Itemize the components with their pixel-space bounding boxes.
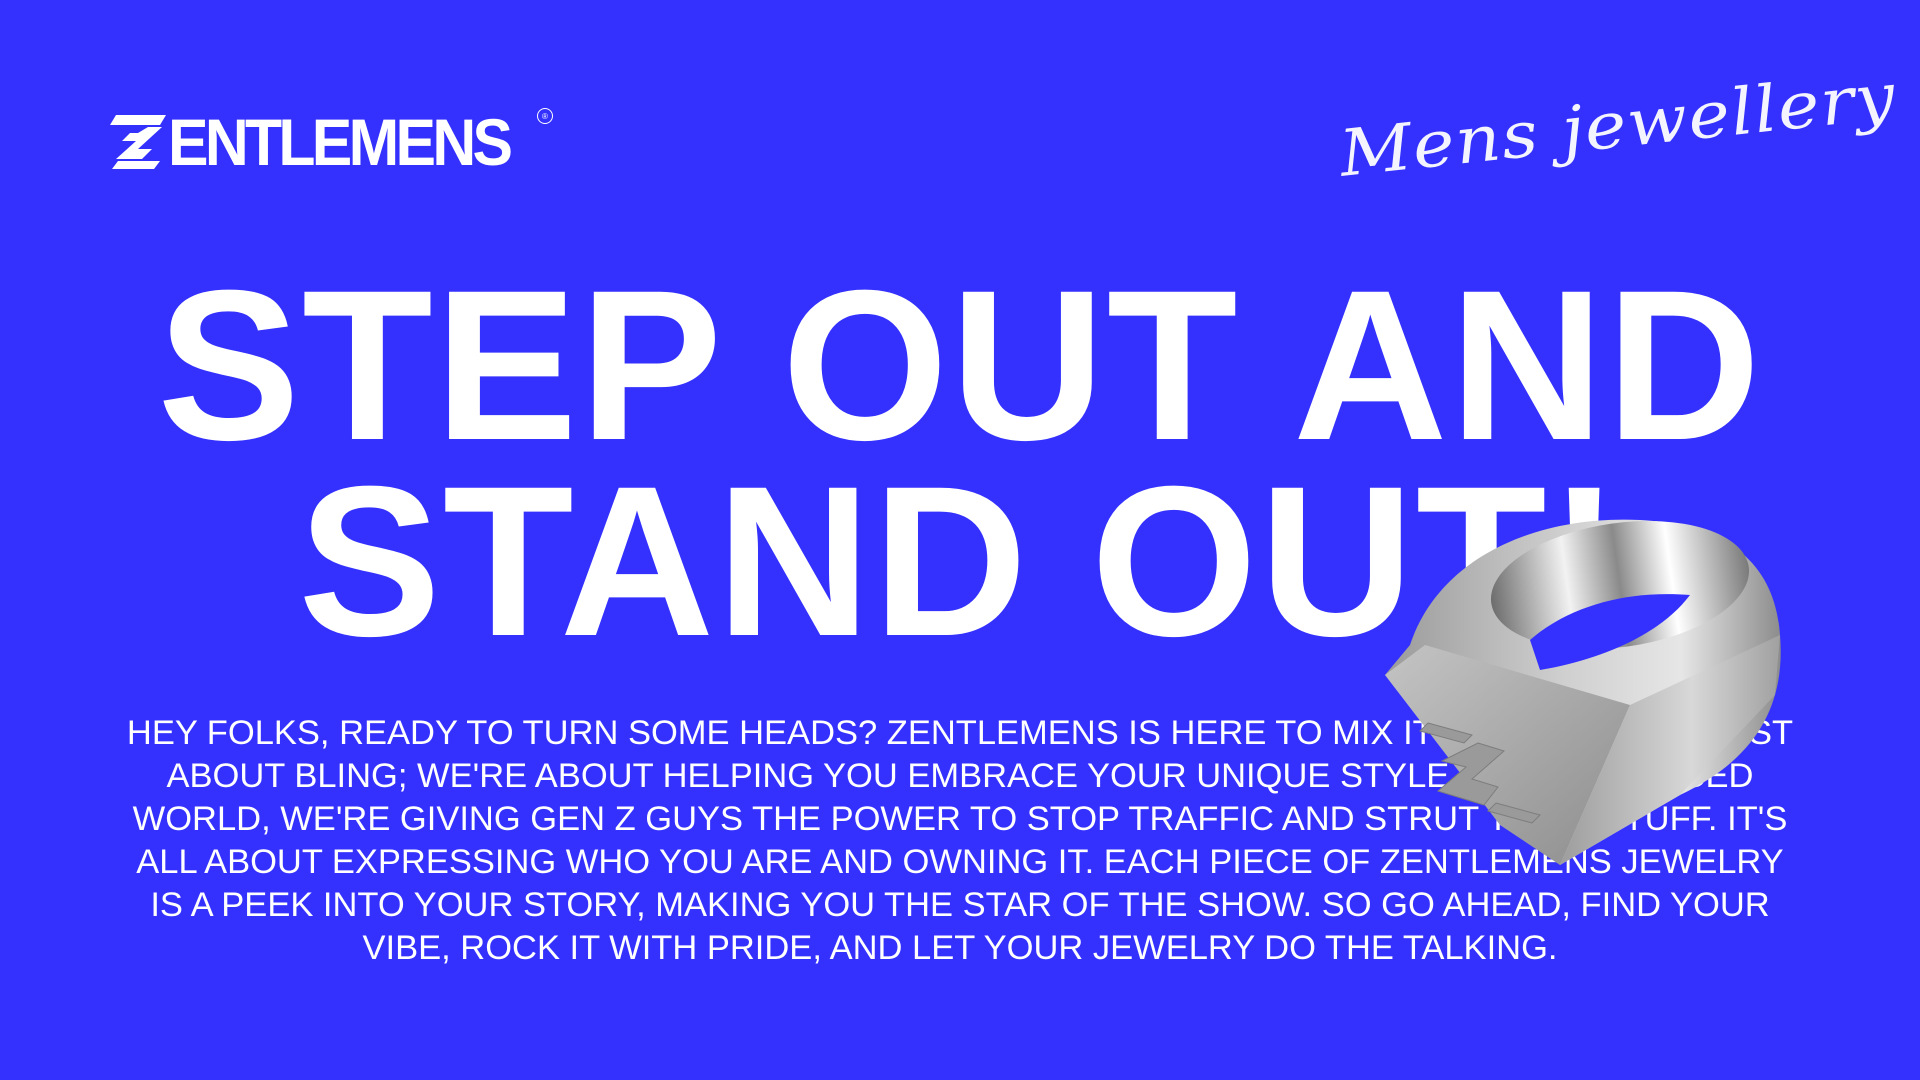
z-bolt-logo-icon xyxy=(110,115,166,169)
tagline: Mens jewellery xyxy=(1336,59,1900,192)
brand-logo: ENTLEMENS xyxy=(108,105,539,179)
registered-mark: ® xyxy=(537,108,553,124)
headline-line-1: STEP OUT AND xyxy=(157,246,1763,485)
paragraph-line: VIBE, ROCK IT WITH PRIDE, AND LET YOUR J… xyxy=(362,929,1558,967)
signet-ring-image xyxy=(1385,519,1781,865)
paragraph-line: IS A PEEK INTO YOUR STORY, MAKING YOU TH… xyxy=(150,886,1770,924)
brand-name: ENTLEMENS xyxy=(168,105,513,179)
